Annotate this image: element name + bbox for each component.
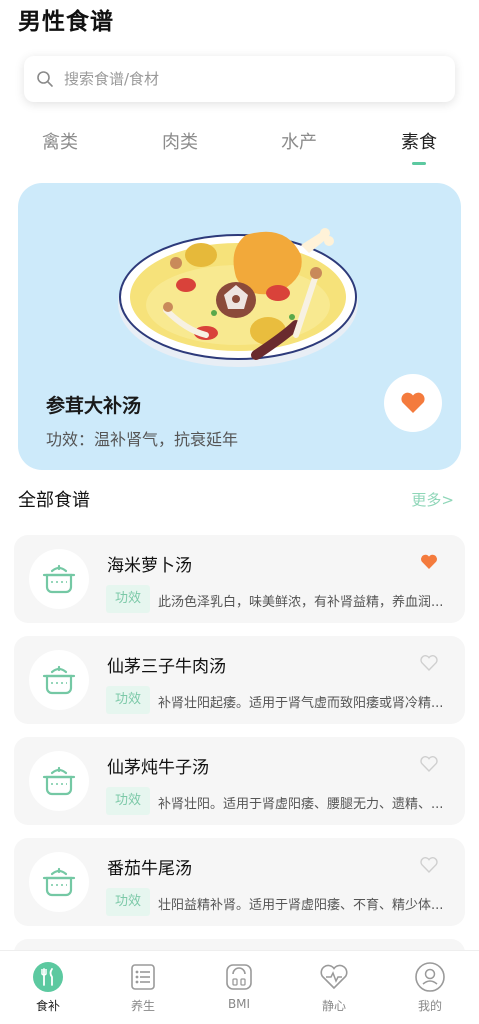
recipe-description: 此汤色泽乳白，味美鲜浓，有补肾益精，养血润... xyxy=(158,595,444,610)
tab-poultry[interactable]: 禽类 xyxy=(20,128,100,154)
nav-item-food-tonic[interactable]: 食补 xyxy=(16,961,80,1014)
nav-label: BMI xyxy=(227,997,251,1011)
scale-icon xyxy=(226,964,252,990)
recipe-thumbnail xyxy=(29,852,89,912)
heart-filled-icon[interactable] xyxy=(420,554,438,570)
pot-icon xyxy=(42,867,76,897)
nav-label: 养生 xyxy=(130,999,155,1013)
nav-label: 食补 xyxy=(35,999,60,1013)
nav-item-profile[interactable]: 我的 xyxy=(398,961,462,1014)
page-title: 男性食谱 xyxy=(18,9,114,35)
effect-badge: 功效 xyxy=(106,585,150,613)
recipe-name: 仙茅三子牛肉汤 xyxy=(107,657,226,677)
effect-badge: 功效 xyxy=(106,787,150,815)
recipe-description: 壮阳益精补肾。适用于肾虚阳痿、不育、精少体... xyxy=(158,898,444,913)
effect-badge: 功效 xyxy=(106,686,150,714)
recipe-description: 补肾壮阳起痿。适用于肾气虚而致阳痿或肾冷精... xyxy=(158,696,444,711)
search-bar[interactable] xyxy=(24,56,455,102)
recipe-list: 海米萝卜汤 功效 此汤色泽乳白，味美鲜浓，有补肾益精，养血润... 仙茅三子牛肉… xyxy=(14,535,465,979)
profile-icon xyxy=(415,962,445,992)
featured-recipe-effect: 功效：温补肾气，抗衰延年 xyxy=(46,430,239,449)
recipe-thumbnail xyxy=(29,751,89,811)
heart-pulse-icon xyxy=(320,964,348,990)
heart-outline-icon[interactable] xyxy=(420,857,438,873)
health-list-icon xyxy=(131,964,155,990)
pot-icon xyxy=(42,665,76,695)
active-tab-indicator xyxy=(412,162,426,165)
tab-meat[interactable]: 肉类 xyxy=(140,128,220,154)
bottom-nav: 食补 养生 BMI 静心 我的 xyxy=(0,950,479,1024)
tab-seafood[interactable]: 水产 xyxy=(259,128,339,154)
pot-icon xyxy=(42,564,76,594)
effect-badge: 功效 xyxy=(106,888,150,916)
search-icon xyxy=(37,71,53,87)
nav-item-bmi[interactable]: BMI xyxy=(207,961,271,1011)
recipe-name: 番茄牛尾汤 xyxy=(107,859,192,879)
recipe-thumbnail xyxy=(29,549,89,609)
pot-icon xyxy=(42,766,76,796)
featured-favorite-button[interactable] xyxy=(384,374,442,432)
heart-outline-icon[interactable] xyxy=(420,655,438,671)
recipe-description: 补肾壮阳。适用于肾虚阳痿、腰腿无力、遗精、... xyxy=(158,797,444,812)
heart-outline-icon[interactable] xyxy=(420,756,438,772)
recipe-card[interactable]: 海米萝卜汤 功效 此汤色泽乳白，味美鲜浓，有补肾益精，养血润... xyxy=(14,535,465,623)
recipe-name: 仙茅炖牛子汤 xyxy=(107,758,209,778)
recipe-card[interactable]: 仙茅炖牛子汤 功效 补肾壮阳。适用于肾虚阳痿、腰腿无力、遗精、... xyxy=(14,737,465,825)
tab-vegetarian[interactable]: 素食 xyxy=(379,128,459,154)
search-input[interactable] xyxy=(64,70,424,88)
featured-recipe-name: 参茸大补汤 xyxy=(46,395,142,417)
recipe-card[interactable]: 番茄牛尾汤 功效 壮阳益精补肾。适用于肾虚阳痿、不育、精少体... xyxy=(14,838,465,926)
heart-filled-icon xyxy=(401,392,425,413)
nav-item-calm[interactable]: 静心 xyxy=(302,961,366,1014)
soup-dish-illustration xyxy=(118,228,358,367)
category-tabs: 禽类 肉类 水产 素食 xyxy=(0,128,479,168)
more-link[interactable]: 更多> xyxy=(411,489,454,510)
nav-label: 我的 xyxy=(417,999,442,1013)
featured-recipe-card[interactable]: 参茸大补汤 功效：温补肾气，抗衰延年 xyxy=(18,183,461,470)
recipe-thumbnail xyxy=(29,650,89,710)
nav-label: 静心 xyxy=(321,999,346,1013)
recipe-name: 海米萝卜汤 xyxy=(107,556,192,576)
section-title: 全部食谱 xyxy=(18,490,90,511)
recipe-card[interactable]: 仙茅三子牛肉汤 功效 补肾壮阳起痿。适用于肾气虚而致阳痿或肾冷精... xyxy=(14,636,465,724)
food-tonic-icon xyxy=(33,962,63,992)
nav-item-health[interactable]: 养生 xyxy=(111,961,175,1014)
